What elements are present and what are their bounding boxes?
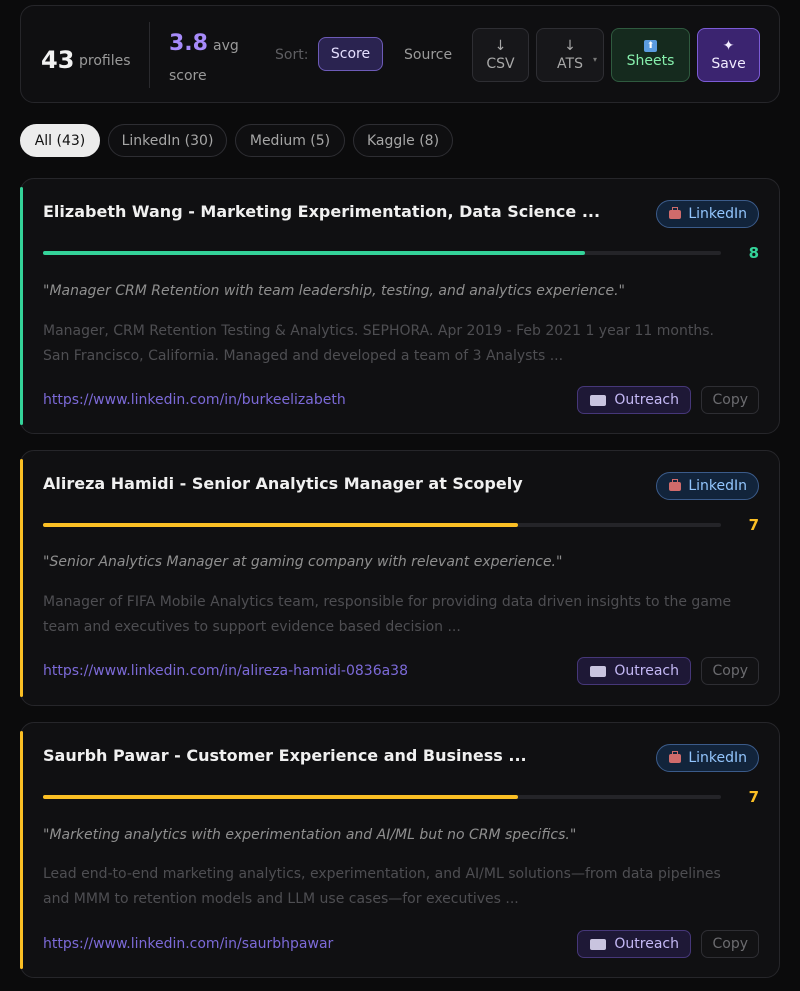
results-toolbar: 43 profiles 3.8 avg score Sort: Score So… [20,5,780,103]
source-badge: LinkedIn [656,472,759,500]
candidate-title: Elizabeth Wang - Marketing Experimentati… [43,202,601,221]
outreach-button[interactable]: Outreach [577,386,691,414]
export-ats-label: ATS [557,56,583,72]
source-badge-label: LinkedIn [688,478,747,494]
score-accent [20,731,23,969]
briefcase-icon [669,206,682,219]
filter-tab-kaggle[interactable]: Kaggle (8) [353,124,453,157]
filter-tab-label: Kaggle (8) [366,132,440,149]
score-bar [43,251,721,255]
copy-button[interactable]: Copy [701,657,759,685]
profile-snippet: Manager of FIFA Mobile Analytics team, r… [43,594,732,635]
upload-icon: ⬆ [644,40,657,52]
source-badge: LinkedIn [656,200,759,228]
filter-tab-linkedin[interactable]: LinkedIn (30) [108,124,227,157]
filter-tab-label: LinkedIn (30) [121,132,214,149]
score-bar-fill [43,251,586,255]
copy-label: Copy [712,392,748,408]
chevron-down-icon: ▾ [592,55,597,64]
candidate-title: Saurbh Pawar - Customer Experience and B… [43,746,527,765]
sort-score-button[interactable]: Score [318,37,383,71]
sparkle-icon: ✦ [722,38,735,54]
score-bar [43,523,721,527]
source-badge-label: LinkedIn [688,750,747,766]
candidate-card: Elizabeth Wang - Marketing Experimentati… [20,178,780,434]
profile-link[interactable]: https://www.linkedin.com/in/alireza-hami… [43,663,408,679]
outreach-button[interactable]: Outreach [577,930,691,958]
profile-snippet: Lead end-to-end marketing analytics, exp… [43,866,721,907]
match-rationale: "Marketing analytics with experimentatio… [43,827,577,843]
score-value: 7 [748,788,759,806]
match-rationale: "Manager CRM Retention with team leaders… [43,283,625,299]
candidate-card: Alireza Hamidi - Senior Analytics Manage… [20,450,780,706]
profile-snippet: Manager, CRM Retention Testing & Analyti… [43,323,714,364]
sort-source-button[interactable]: Source [404,47,452,63]
candidate-card: Saurbh Pawar - Customer Experience and B… [20,722,780,978]
filter-tab-label: All (43) [34,132,86,149]
envelope-icon [590,394,607,406]
filter-tab-all[interactable]: All (43) [20,124,100,157]
export-ats-button[interactable]: ↓ ATS ▾ [536,28,604,82]
profile-count: 43 [41,46,75,74]
match-rationale: "Senior Analytics Manager at gaming comp… [43,554,563,570]
profile-count-label: profiles [79,53,131,69]
score-value: 7 [748,516,759,534]
score-bar-fill [43,795,518,799]
outreach-label: Outreach [614,392,679,408]
copy-label: Copy [712,663,748,679]
outreach-label: Outreach [614,663,679,679]
score-bar [43,795,721,799]
export-csv-button[interactable]: ↓ CSV [472,28,529,82]
briefcase-icon [669,478,682,491]
save-button[interactable]: ✦ Save [697,28,760,82]
download-icon: ↓ [494,38,507,54]
export-csv-label: CSV [486,56,515,72]
avg-score-label: avg [213,38,239,54]
filter-tab-label: Medium (5) [249,132,331,149]
envelope-icon [590,938,607,950]
copy-button[interactable]: Copy [701,386,759,414]
avg-score-value: 3.8 [169,31,208,56]
copy-label: Copy [712,936,748,952]
profile-link[interactable]: https://www.linkedin.com/in/burkeelizabe… [43,392,346,408]
export-sheets-button[interactable]: ⬆ Sheets [611,28,690,82]
score-accent [20,459,23,697]
sort-score-label: Score [330,46,371,62]
toolbar-divider [149,22,150,88]
source-badge-label: LinkedIn [688,206,747,222]
sort-label: Sort: [275,47,309,63]
outreach-button[interactable]: Outreach [577,657,691,685]
source-badge: LinkedIn [656,744,759,772]
profile-link[interactable]: https://www.linkedin.com/in/saurbhpawar [43,936,333,952]
briefcase-icon [669,750,682,763]
avg-score-sublabel: score [169,68,207,84]
candidate-title: Alireza Hamidi - Senior Analytics Manage… [43,474,523,493]
outreach-label: Outreach [614,936,679,952]
download-icon: ↓ [564,38,576,54]
score-value: 8 [748,244,759,262]
copy-button[interactable]: Copy [701,930,759,958]
save-label: Save [711,56,746,72]
export-sheets-label: Sheets [626,53,675,69]
envelope-icon [590,665,607,677]
score-accent [20,187,23,425]
filter-tab-medium[interactable]: Medium (5) [235,124,345,157]
score-bar-fill [43,523,518,527]
